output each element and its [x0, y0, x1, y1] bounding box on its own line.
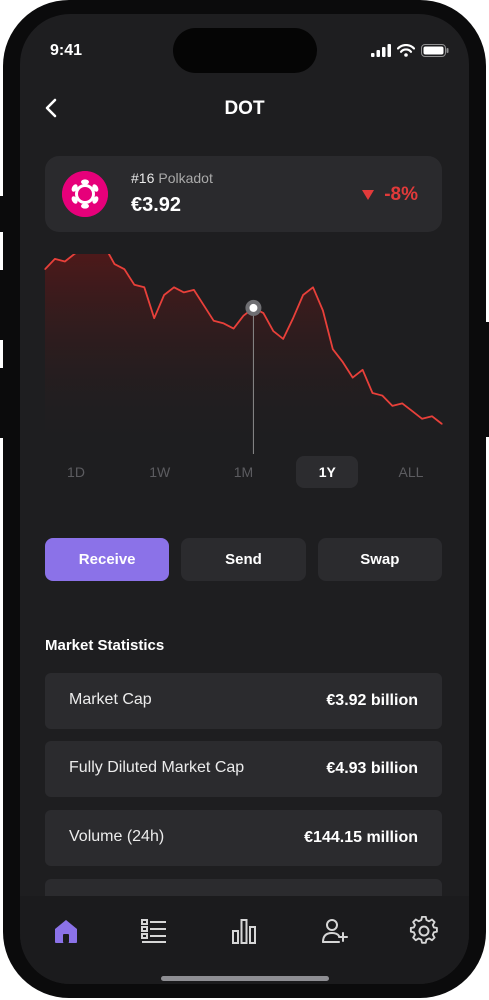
chart-point — [312, 286, 314, 288]
chart-point — [213, 320, 215, 322]
chart-point — [173, 286, 175, 288]
chart-point — [401, 402, 403, 404]
chart-point — [203, 304, 205, 306]
chart-point — [183, 291, 185, 294]
chart-point — [54, 258, 56, 260]
chart-point — [371, 392, 374, 394]
stat-value: €4.93 billion — [326, 760, 418, 777]
dynamic-island — [173, 28, 317, 73]
app-screen: 9:41 DOT #16 Polkadot €3.92 -8% 1D 1W 1M… — [20, 14, 469, 984]
chart-point — [292, 317, 294, 319]
action-buttons: Receive Send Swap — [45, 538, 442, 581]
stat-row-market-cap: Market Cap €3.92 billion — [45, 673, 442, 729]
chart-point — [143, 286, 145, 288]
coin-summary-card: #16 Polkadot €3.92 -8% — [45, 156, 442, 232]
add-user-icon[interactable] — [320, 916, 350, 946]
receive-button[interactable]: Receive — [45, 538, 170, 581]
stat-row-fully-diluted-market-cap: Fully Diluted Market Cap €4.93 billion — [45, 741, 442, 797]
chart-point — [153, 317, 155, 319]
coin-price: €3.92 — [131, 194, 182, 216]
signal-icon — [371, 44, 391, 57]
stat-label: Volume (24h) — [69, 828, 165, 845]
chart-point — [431, 415, 433, 417]
page-title: DOT — [224, 98, 265, 119]
status-time: 9:41 — [50, 42, 83, 59]
chart-point — [223, 322, 225, 324]
stat-label: Fully Diluted Market Cap — [69, 759, 245, 776]
side-button — [0, 196, 4, 232]
chart-point — [411, 410, 413, 412]
stat-label: Market Cap — [69, 691, 152, 708]
chart-point — [163, 294, 165, 296]
chart-point — [272, 330, 274, 332]
market-statistics-title: Market Statistics — [45, 637, 165, 654]
triangle-down-icon — [362, 190, 375, 200]
chart-point — [391, 405, 393, 407]
wifi-icon — [397, 44, 415, 57]
side-button — [0, 270, 4, 340]
time-range-selector: 1D 1W 1M 1Y ALL — [45, 456, 442, 490]
chart-point — [123, 268, 125, 270]
range-1d[interactable]: 1D — [45, 456, 107, 488]
coin-rank: #16 — [131, 170, 155, 186]
price-change: -8% — [362, 184, 418, 206]
chart-point — [322, 309, 324, 312]
coin-name: Polkadot — [158, 170, 213, 186]
chart-point — [421, 418, 423, 420]
chart-point — [44, 268, 46, 270]
chart-point — [64, 260, 66, 263]
coin-rank-name: #16 Polkadot — [131, 170, 213, 186]
stat-value: €144.15 million — [304, 829, 418, 846]
chart-point — [441, 423, 443, 425]
range-1m[interactable]: 1M — [213, 456, 275, 488]
chart-point — [302, 294, 304, 296]
chart-cursor-dot — [249, 303, 258, 312]
chart-point — [332, 348, 334, 350]
range-all[interactable]: ALL — [380, 456, 442, 488]
side-button — [0, 368, 4, 438]
chart-point — [282, 338, 284, 340]
gear-icon[interactable] — [409, 916, 439, 946]
chart-point — [113, 263, 116, 265]
list-icon[interactable] — [139, 916, 169, 946]
swap-button[interactable]: Swap — [317, 538, 442, 581]
home-indicator — [161, 976, 329, 981]
home-icon[interactable] — [51, 916, 81, 946]
stat-row-volume-24h: Volume (24h) €144.15 million — [45, 810, 442, 866]
range-1w[interactable]: 1W — [129, 456, 191, 488]
price-chart[interactable] — [20, 254, 469, 454]
battery-icon — [421, 44, 449, 57]
chart-point — [342, 361, 344, 363]
chart-point — [381, 395, 384, 397]
chart-point — [242, 315, 245, 317]
chart-point — [232, 327, 235, 330]
tab-bar — [20, 896, 469, 984]
chart-point — [352, 376, 354, 379]
send-button[interactable]: Send — [181, 538, 306, 581]
status-icons — [371, 44, 449, 57]
chart-point — [262, 312, 264, 314]
chart-point — [133, 284, 135, 286]
stat-value: €3.92 billion — [326, 692, 418, 709]
polkadot-logo — [62, 171, 108, 217]
range-1y[interactable]: 1Y — [296, 456, 359, 488]
chart-area-fill — [45, 254, 442, 454]
chart-point — [193, 289, 195, 291]
chart-point — [362, 369, 364, 371]
price-change-value: -8% — [384, 184, 418, 205]
side-button — [485, 322, 489, 437]
bar-chart-icon[interactable] — [229, 916, 259, 946]
